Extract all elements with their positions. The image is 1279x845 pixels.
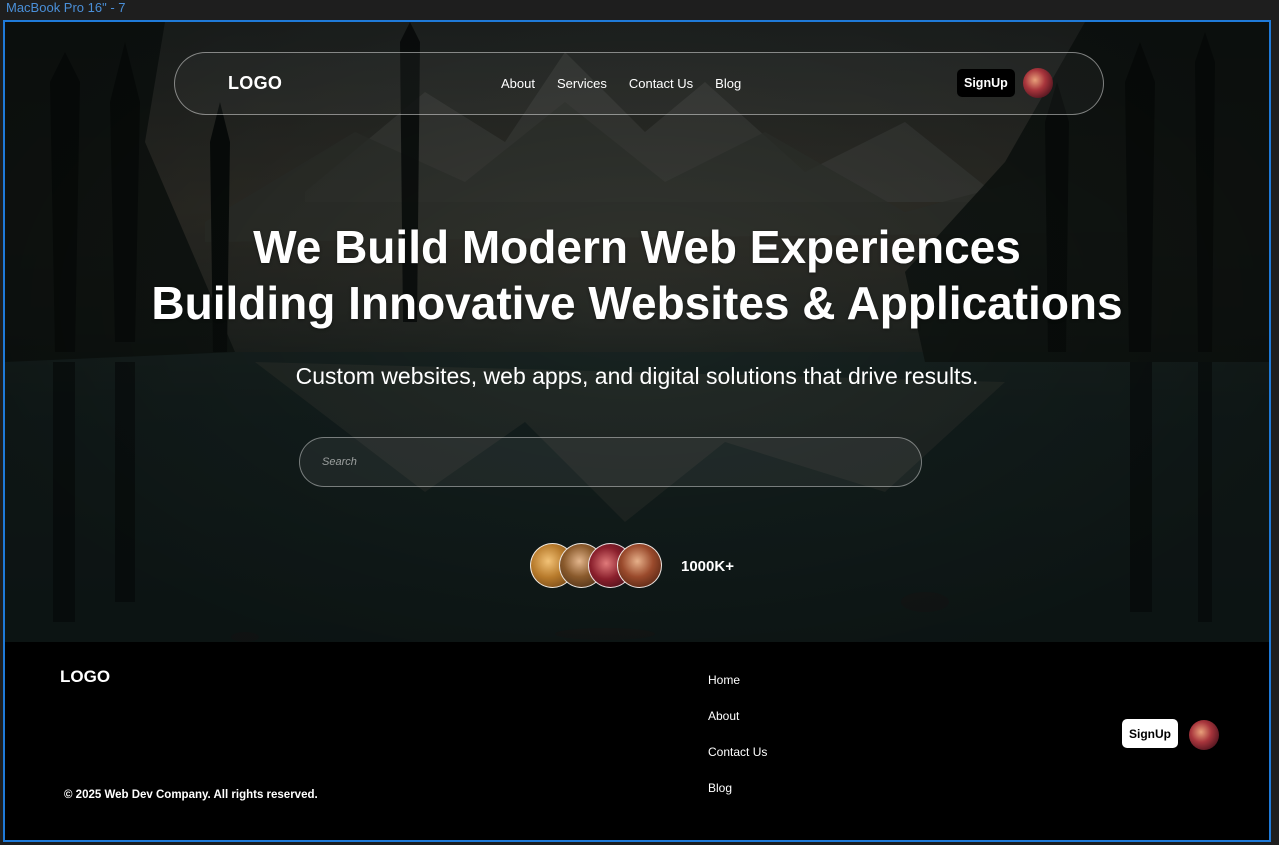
nav-link-blog[interactable]: Blog <box>715 76 741 91</box>
hero-title-line-1: We Build Modern Web Experiences <box>253 221 1021 273</box>
stack-avatar <box>617 543 662 588</box>
nav-link-services[interactable]: Services <box>557 76 607 91</box>
footer-links: Home About Contact Us Blog <box>708 672 767 796</box>
user-avatar-stack <box>530 543 670 588</box>
nav-user-avatar[interactable] <box>1023 68 1053 98</box>
hero-section: LOGO About Services Contact Us Blog Sign… <box>5 22 1269 642</box>
footer-copyright: © 2025 Web Dev Company. All rights reser… <box>64 789 318 801</box>
nav-signup-button[interactable]: SignUp <box>957 69 1015 97</box>
footer-link-contact-us[interactable]: Contact Us <box>708 744 767 760</box>
design-canvas-bar: MacBook Pro 16" - 7 <box>0 0 1279 20</box>
footer-user-avatar[interactable] <box>1189 720 1219 750</box>
hero-subtitle: Custom websites, web apps, and digital s… <box>295 363 979 389</box>
navbar: LOGO About Services Contact Us Blog Sign… <box>174 52 1104 115</box>
macbook-frame: LOGO About Services Contact Us Blog Sign… <box>3 20 1271 842</box>
nav-links: About Services Contact Us Blog <box>501 76 741 91</box>
hero-title-line-2: Building Innovative Websites & Applicati… <box>151 277 1123 329</box>
nav-link-contact-us[interactable]: Contact Us <box>629 76 693 91</box>
nav-link-about[interactable]: About <box>501 76 535 91</box>
user-count: 1000K+ <box>681 558 734 575</box>
search-input[interactable] <box>299 437 922 487</box>
hero-title: We Build Modern Web Experiences Building… <box>5 219 1269 331</box>
footer: LOGO Home About Contact Us Blog © 2025 W… <box>5 642 1269 840</box>
nav-logo[interactable]: LOGO <box>228 73 282 94</box>
footer-signup-button[interactable]: SignUp <box>1122 719 1178 748</box>
footer-link-about[interactable]: About <box>708 708 767 724</box>
footer-link-home[interactable]: Home <box>708 672 767 688</box>
footer-link-blog[interactable]: Blog <box>708 780 767 796</box>
footer-logo[interactable]: LOGO <box>60 667 110 687</box>
frame-label[interactable]: MacBook Pro 16" - 7 <box>6 1 126 15</box>
